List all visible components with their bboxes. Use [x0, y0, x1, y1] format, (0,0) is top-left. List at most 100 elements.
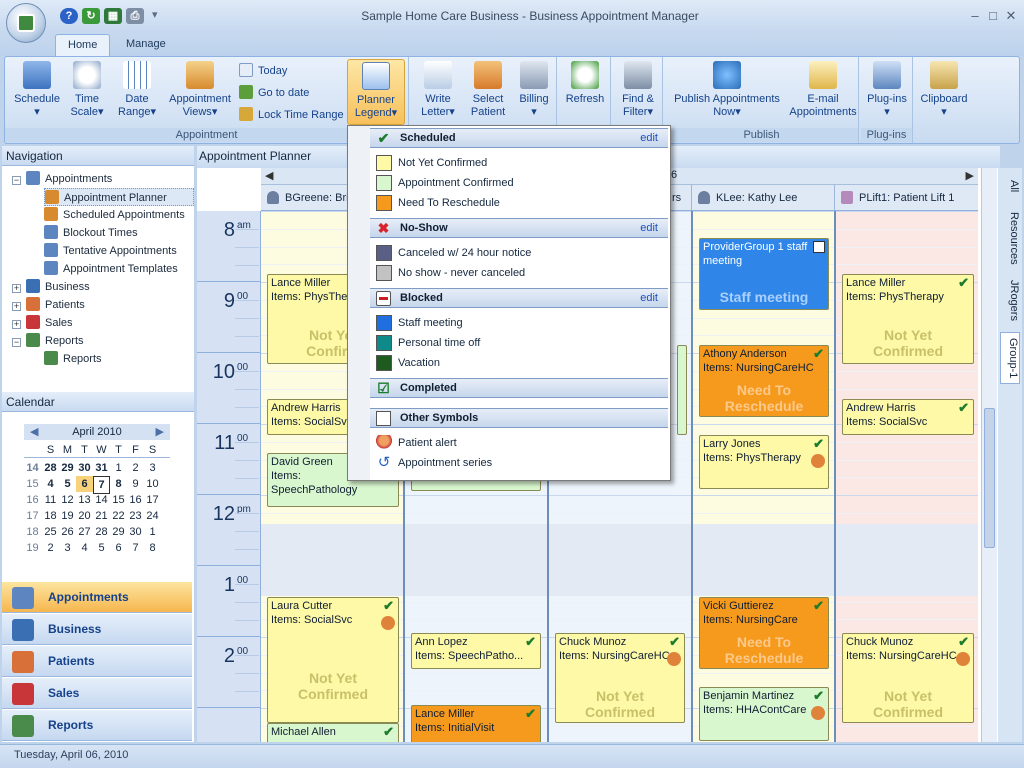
appointment-card[interactable]: Larry Jones Items: PhysTherapy ✔ — [699, 435, 829, 489]
calendar-day[interactable]: 2 — [42, 540, 59, 556]
calendar-day[interactable]: 8 — [144, 540, 161, 556]
calendar-day[interactable]: 13 — [76, 492, 93, 508]
tree-appointment-planner[interactable]: Appointment Planner — [44, 188, 194, 206]
calendar-day[interactable]: 9 — [127, 476, 144, 492]
print-icon[interactable]: ⎙ — [126, 8, 144, 24]
edit-scheduled-link[interactable]: edit — [640, 129, 658, 147]
write-letter-button[interactable]: Write Letter▾ — [415, 61, 461, 119]
calendar-day[interactable]: 6 — [76, 476, 93, 492]
clipboard-button[interactable]: Clipboard ▾ — [919, 61, 969, 119]
calendar-day[interactable]: 19 — [59, 508, 76, 524]
today-button[interactable]: Today — [239, 62, 287, 80]
prev-date-icon[interactable]: ◀ — [265, 169, 273, 182]
appointment-views-button[interactable]: Appointment Views▾ — [167, 61, 233, 119]
tree-appointments[interactable]: Appointments — [26, 170, 112, 188]
expand-patients[interactable]: + — [12, 302, 21, 311]
close-button[interactable]: ✕ — [1002, 8, 1020, 24]
appointment-card[interactable]: Laura Cutter Items: SocialSvc Not Yet Confi… — [267, 597, 399, 723]
tab-manage[interactable]: Manage — [114, 34, 178, 56]
billing-button[interactable]: Billing ▾ — [513, 61, 555, 119]
planner-legend-button[interactable]: Planner Legend▾ — [347, 59, 405, 125]
publish-now-button[interactable]: Publish Appointments Now▾ — [667, 61, 787, 119]
side-tab-jrogers[interactable]: JRogers — [1000, 276, 1020, 324]
calendar-day[interactable]: 3 — [144, 460, 161, 476]
calendar-day[interactable]: 5 — [59, 476, 76, 492]
calendar-day[interactable]: 30 — [127, 524, 144, 540]
calendar-day[interactable]: 25 — [42, 524, 59, 540]
side-tab-resources[interactable]: Resources — [1000, 206, 1020, 270]
schedule-button[interactable]: Schedule ▾ — [9, 61, 65, 119]
appointment-card[interactable]: Ann Lopez Items: SpeechPatho... ✔ — [411, 633, 541, 669]
nav-patients-button[interactable]: Patients — [2, 646, 192, 677]
nav-sales-button[interactable]: Sales — [2, 678, 192, 709]
resource-klee[interactable]: KLee: Kathy Lee — [692, 185, 835, 211]
plugins-button[interactable]: Plug-ins ▾ — [865, 61, 909, 119]
help-icon[interactable]: ? — [60, 8, 78, 24]
appointment-card[interactable]: Vicki Guttierez Items: NursingCare Need To… — [699, 597, 829, 669]
appointment-card[interactable]: Andrew Harris Items: SocialSvc ✔ — [842, 399, 974, 435]
calendar-day[interactable]: 31 — [93, 460, 110, 476]
calendar-day[interactable]: 22 — [110, 508, 127, 524]
lock-time-range-button[interactable]: Lock Time Range — [239, 106, 344, 124]
calendar-day[interactable]: 20 — [76, 508, 93, 524]
appointment-card[interactable]: Michael Allen ✔ — [267, 723, 399, 742]
date-range-button[interactable]: Date Range▾ — [113, 61, 161, 119]
calendar-day[interactable]: 1 — [144, 524, 161, 540]
appointment-card[interactable] — [677, 345, 687, 435]
calendar-day[interactable]: 10 — [144, 476, 161, 492]
appointment-card[interactable]: Lance Miller Items: PhysTherapy Not Yet Con… — [842, 274, 974, 364]
expand-business[interactable]: + — [12, 284, 21, 293]
application-menu-button[interactable] — [6, 3, 46, 43]
appointment-card[interactable]: Chuck Munoz Items: NursingCareHC Not Yet Co… — [555, 633, 685, 723]
calendar-day[interactable]: 12 — [59, 492, 76, 508]
calendar-day[interactable]: 16 — [127, 492, 144, 508]
calendar-day[interactable]: 26 — [59, 524, 76, 540]
calendar-day[interactable]: 18 — [42, 508, 59, 524]
time-scale-button[interactable]: Time Scale▾ — [65, 61, 109, 119]
side-tab-all[interactable]: All — [1000, 172, 1020, 200]
select-patient-button[interactable]: Select Patient — [465, 61, 511, 119]
calendar-day[interactable]: 2 — [127, 460, 144, 476]
nav-business-button[interactable]: Business — [2, 614, 192, 645]
calendar-day[interactable]: 11 — [42, 492, 59, 508]
calendar-day[interactable]: 5 — [93, 540, 110, 556]
go-to-date-button[interactable]: Go to date — [239, 84, 309, 102]
appointment-card[interactable]: ProviderGroup 1 staff meeting Staff meetin… — [699, 238, 829, 310]
collapse-reports[interactable]: − — [12, 338, 21, 347]
appointment-card[interactable]: Benjamin Martinez Items: HHAContCare ✔ — [699, 687, 829, 741]
tree-reports[interactable]: Reports — [26, 332, 84, 350]
calendar-day[interactable]: 23 — [127, 508, 144, 524]
calendar-day[interactable]: 29 — [110, 524, 127, 540]
scroll-thumb[interactable] — [984, 408, 995, 548]
calendar-day[interactable]: 28 — [93, 524, 110, 540]
calendar-day[interactable]: 4 — [76, 540, 93, 556]
next-date-icon[interactable]: ▶ — [966, 169, 974, 182]
calendar-day[interactable]: 4 — [42, 476, 59, 492]
minimize-button[interactable]: – — [966, 8, 984, 24]
tree-scheduled-appointments[interactable]: Scheduled Appointments — [44, 206, 185, 224]
prev-month-icon[interactable]: ◀ — [30, 424, 38, 440]
calendar-day[interactable]: 17 — [144, 492, 161, 508]
calendar-day[interactable]: 29 — [59, 460, 76, 476]
resource-plift1[interactable]: PLift1: Patient Lift 1 — [835, 185, 978, 211]
calendar-day[interactable]: 28 — [42, 460, 59, 476]
calendar-day[interactable]: 21 — [93, 508, 110, 524]
calendar-day[interactable]: 27 — [76, 524, 93, 540]
find-filter-button[interactable]: Find & Filter▾ — [617, 61, 659, 119]
excel-icon[interactable]: ▦ — [104, 8, 122, 24]
calendar-day[interactable]: 7 — [127, 540, 144, 556]
next-month-icon[interactable]: ▶ — [156, 424, 164, 440]
calendar-day[interactable]: 14 — [93, 492, 110, 508]
calendar-day[interactable]: 3 — [59, 540, 76, 556]
expand-sales[interactable]: + — [12, 320, 21, 329]
appointment-card[interactable]: Athony Anderson Items: NursingCareHC Need … — [699, 345, 829, 417]
tree-sales[interactable]: Sales — [26, 314, 73, 332]
tree-patients[interactable]: Patients — [26, 296, 85, 314]
collapse-appointments[interactable]: − — [12, 176, 21, 185]
calendar-day[interactable]: 6 — [110, 540, 127, 556]
nav-reports-button[interactable]: Reports — [2, 710, 192, 741]
maximize-button[interactable]: □ — [984, 8, 1002, 24]
tree-reports-child[interactable]: Reports — [44, 350, 102, 368]
tree-appointment-templates[interactable]: Appointment Templates — [44, 260, 178, 278]
nav-appointments-button[interactable]: Appointments — [2, 582, 192, 613]
